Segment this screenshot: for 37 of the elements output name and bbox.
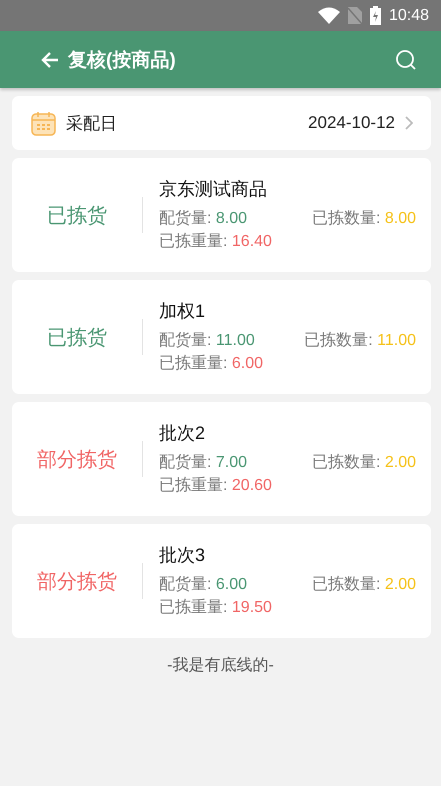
product-name: 批次3 [159, 544, 206, 567]
pick-status: 部分拣货 [37, 570, 117, 594]
allocated-quantity: 配货量: 6.00 [159, 575, 248, 595]
pick-status: 部分拣货 [37, 448, 117, 472]
end-of-list-text: -我是有底线的- [167, 656, 274, 676]
allocated-quantity: 配货量: 11.00 [159, 331, 255, 351]
allocated-quantity: 配货量: 7.00 [159, 453, 248, 473]
product-card[interactable]: 已拣货 京东测试商品 配货量: 8.00 已拣数量: 8.00 已拣重量: 16.40 [12, 158, 431, 272]
wifi-icon [318, 7, 340, 24]
product-card[interactable]: 已拣货 加权1 配货量: 11.00 已拣数量: 11.00 已拣重量: 6.00 [12, 280, 431, 394]
picked-count: 已拣数量: 11.00 [304, 330, 416, 351]
product-name: 京东测试商品 [159, 178, 268, 201]
calendar-icon [31, 110, 56, 136]
product-name: 加权1 [159, 300, 206, 323]
date-filter-row[interactable]: 采配日 2024-10-12 [12, 96, 431, 150]
picked-weight: 已拣重量: 16.40 [159, 232, 272, 252]
picked-count: 已拣数量: 2.00 [312, 452, 416, 473]
search-icon[interactable] [395, 48, 417, 70]
back-arrow-icon[interactable] [40, 50, 60, 70]
picked-weight: 已拣重量: 6.00 [159, 354, 264, 374]
product-card[interactable]: 部分拣货 批次3 配货量: 6.00 已拣数量: 2.00 已拣重量: 19.50 [12, 524, 431, 638]
product-name: 批次2 [159, 422, 206, 445]
picked-count: 已拣数量: 8.00 [312, 208, 416, 229]
clock-time: 10:48 [388, 6, 429, 24]
date-value: 2024-10-12 [308, 113, 395, 133]
chevron-right-icon [405, 116, 413, 130]
picked-weight: 已拣重量: 20.60 [159, 476, 272, 496]
page-title: 复核(按商品) [68, 48, 177, 72]
allocated-quantity: 配货量: 8.00 [159, 209, 248, 229]
no-sim-icon [348, 7, 362, 24]
pick-status: 已拣货 [47, 204, 107, 228]
date-label: 采配日 [66, 112, 118, 134]
picked-count: 已拣数量: 2.00 [312, 574, 416, 595]
battery-charging-icon [370, 6, 381, 25]
picked-weight: 已拣重量: 19.50 [159, 598, 272, 618]
product-card[interactable]: 部分拣货 批次2 配货量: 7.00 已拣数量: 2.00 已拣重量: 20.60 [12, 402, 431, 516]
pick-status: 已拣货 [47, 326, 107, 350]
